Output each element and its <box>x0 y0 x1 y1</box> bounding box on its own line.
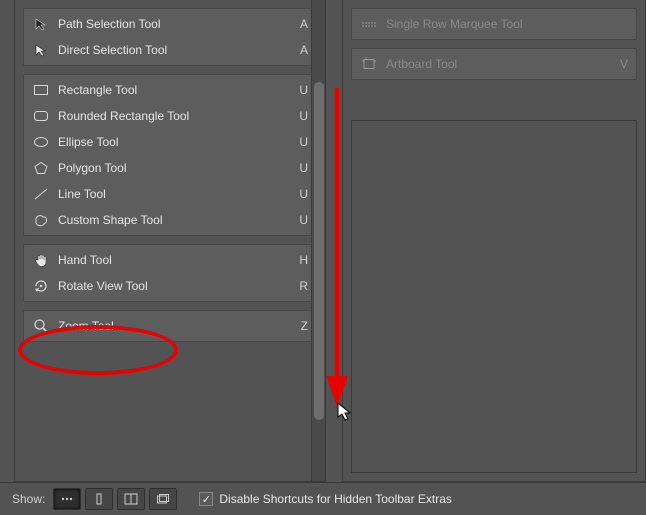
tool-rotate-view[interactable]: Rotate View ToolR <box>24 273 316 299</box>
tool-polygon[interactable]: Polygon ToolU <box>24 155 316 181</box>
line-icon <box>30 187 52 201</box>
tool-path-selection[interactable]: Path Selection ToolA <box>24 11 316 37</box>
tool-ellipse[interactable]: Ellipse ToolU <box>24 129 316 155</box>
tool-shortcut: R <box>292 279 308 293</box>
tool-rounded-rectangle[interactable]: Rounded Rectangle ToolU <box>24 103 316 129</box>
show-toggle-stack[interactable] <box>149 488 177 510</box>
tool-label: Rounded Rectangle Tool <box>52 109 292 123</box>
left-tool-group: Zoom ToolZ <box>23 310 317 342</box>
toolbar-tools-panel: Path Selection ToolADirect Selection Too… <box>14 0 326 482</box>
ellipse-icon <box>30 135 52 149</box>
tool-shortcut: U <box>292 187 308 201</box>
footer-bar: Show: ✓ Disable Shortcuts for Hidden Too… <box>0 482 646 515</box>
tool-custom-shape[interactable]: Custom Shape ToolU <box>24 207 316 233</box>
tool-label: Artboard Tool <box>380 57 612 71</box>
disable-shortcuts-checkbox[interactable]: ✓ <box>199 492 213 506</box>
tool-single-row-marquee[interactable]: Single Row Marquee Tool <box>352 11 636 37</box>
show-label: Show: <box>12 492 45 506</box>
show-toggle-dots[interactable] <box>53 488 81 510</box>
tool-shortcut: Z <box>292 319 308 333</box>
tool-line[interactable]: Line ToolU <box>24 181 316 207</box>
row-marquee-icon <box>358 17 380 31</box>
show-toggle-column[interactable] <box>85 488 113 510</box>
tool-label: Custom Shape Tool <box>52 213 292 227</box>
show-toggle-grid[interactable] <box>117 488 145 510</box>
right-tool-group: Single Row Marquee Tool <box>351 8 637 40</box>
tool-shortcut: U <box>292 135 308 149</box>
left-tool-group: Hand ToolHRotate View ToolR <box>23 244 317 302</box>
tool-shortcut: H <box>292 253 308 267</box>
tool-label: Polygon Tool <box>52 161 292 175</box>
tool-artboard[interactable]: Artboard ToolV <box>352 51 636 77</box>
tool-label: Zoom Tool <box>52 319 292 333</box>
tool-shortcut: A <box>292 43 308 57</box>
rotate-icon <box>30 278 52 294</box>
scrollbar-thumb[interactable] <box>314 82 324 420</box>
tool-label: Line Tool <box>52 187 292 201</box>
left-tool-group: Path Selection ToolADirect Selection Too… <box>23 8 317 66</box>
tool-shortcut: U <box>292 213 308 227</box>
tool-label: Single Row Marquee Tool <box>380 17 612 31</box>
tool-label: Ellipse Tool <box>52 135 292 149</box>
blob-icon <box>30 213 52 227</box>
tool-shortcut: U <box>292 83 308 97</box>
right-tool-group: Artboard ToolV <box>351 48 637 80</box>
tool-label: Direct Selection Tool <box>52 43 292 57</box>
tool-zoom[interactable]: Zoom ToolZ <box>24 313 316 339</box>
arrow-black-icon <box>30 17 52 31</box>
tool-shortcut: V <box>612 57 628 71</box>
artboard-icon <box>358 57 380 71</box>
disable-shortcuts-label: Disable Shortcuts for Hidden Toolbar Ext… <box>219 492 452 506</box>
tool-rectangle[interactable]: Rectangle ToolU <box>24 77 316 103</box>
roundrect-icon <box>30 109 52 123</box>
empty-drop-area[interactable] <box>351 120 637 473</box>
polygon-icon <box>30 161 52 175</box>
arrow-white-icon <box>30 43 52 57</box>
tool-label: Rectangle Tool <box>52 83 292 97</box>
rect-icon <box>30 83 52 97</box>
left-tool-group: Rectangle ToolURounded Rectangle ToolUEl… <box>23 74 317 236</box>
left-scrollbar[interactable] <box>311 0 325 481</box>
tool-label: Hand Tool <box>52 253 292 267</box>
tool-label: Rotate View Tool <box>52 279 292 293</box>
extra-tools-panel: Single Row Marquee Tool Artboard ToolV <box>342 0 646 482</box>
tool-shortcut: A <box>292 17 308 31</box>
tool-shortcut: U <box>292 109 308 123</box>
tool-label: Path Selection Tool <box>52 17 292 31</box>
zoom-icon <box>30 318 52 334</box>
tool-direct-selection[interactable]: Direct Selection ToolA <box>24 37 316 63</box>
hand-icon <box>30 252 52 268</box>
tool-hand[interactable]: Hand ToolH <box>24 247 316 273</box>
tool-shortcut: U <box>292 161 308 175</box>
